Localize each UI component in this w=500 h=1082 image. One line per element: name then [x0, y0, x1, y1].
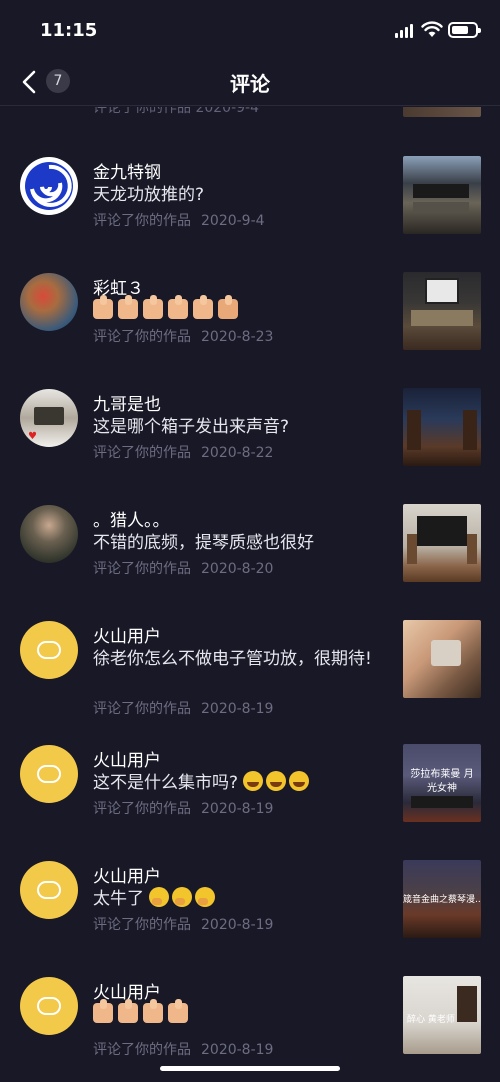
thumbs-up-icon	[168, 295, 188, 319]
user-name[interactable]: 火山用户	[93, 862, 161, 887]
page-title: 评论	[230, 72, 270, 96]
volcano-default-avatar-icon	[37, 765, 61, 783]
comment-meta: 评论了你的作品 2020-8-22	[93, 445, 274, 461]
comment-date: 2020-8-23	[201, 329, 274, 345]
thumbnail-caption: 莎拉布莱曼 月光女神	[410, 769, 474, 794]
status-time: 11:15	[40, 20, 98, 41]
video-thumbnail[interactable]: 醉心 黄老师	[403, 976, 481, 1054]
thumbs-up-icon	[118, 999, 138, 1023]
comment-item[interactable]: 火山用户 评论了你的作品 2020-8-19 醉心 黄老师	[0, 967, 500, 1082]
laughing-emoji-icon	[266, 771, 287, 791]
comment-meta: 评论了你的作品 2020-8-19	[93, 701, 274, 717]
user-name[interactable]: 火山用户	[93, 746, 161, 771]
battery-icon	[448, 22, 481, 38]
avatar[interactable]	[20, 977, 78, 1035]
video-thumbnail[interactable]: 箴音金曲之蔡琴漫...	[403, 860, 481, 938]
comment-date: 2020-8-19	[201, 701, 274, 717]
video-thumbnail[interactable]	[403, 504, 481, 582]
volcano-default-avatar-icon	[37, 881, 61, 899]
partial-item-meta: 评论了你的作品 2020-9-4	[93, 107, 259, 116]
thumbnail-caption: 醉心 黄老师	[407, 1015, 455, 1025]
comment-list[interactable]: 评论了你的作品 2020-9-4 金九特钢 天龙功放推的? 评论了你的作品 202…	[0, 107, 500, 1082]
comment-emoji-row	[93, 999, 383, 1028]
cellular-signal-icon	[395, 24, 413, 38]
thumbs-up-icon	[118, 295, 138, 319]
avatar[interactable]	[20, 273, 78, 331]
comment-meta: 评论了你的作品 2020-8-19	[93, 1042, 274, 1058]
volcano-default-avatar-icon	[37, 641, 61, 659]
swirl-logo-icon	[25, 162, 73, 210]
video-thumbnail[interactable]: 莎拉布莱曼 月光女神	[403, 744, 481, 822]
thumbs-up-icon	[143, 295, 163, 319]
laughing-emoji-icon	[289, 771, 310, 791]
comment-meta: 评论了你的作品 2020-9-4	[93, 213, 265, 229]
comment-item[interactable]: ♥ 九哥是也 这是哪个箱子发出来声音? 评论了你的作品 2020-8-22	[0, 379, 500, 495]
comment-meta: 评论了你的作品 2020-8-19	[93, 801, 274, 817]
thumbs-up-icon	[193, 295, 213, 319]
comment-meta: 评论了你的作品 2020-8-19	[93, 917, 274, 933]
avatar[interactable]	[20, 861, 78, 919]
thinking-emoji-icon	[195, 887, 216, 907]
status-bar: 11:15	[0, 0, 500, 58]
comment-emoji-row	[93, 295, 383, 324]
avatar[interactable]	[20, 505, 78, 563]
thinking-emoji-icon	[149, 887, 170, 907]
back-arrow-icon[interactable]	[18, 68, 42, 96]
nav-header: 7 评论	[0, 58, 500, 106]
comment-item[interactable]: 火山用户 这不是什么集市吗? 评论了你的作品 2020-8-19 莎拉布莱曼 月光…	[0, 735, 500, 851]
user-name[interactable]: 。猎人。。	[93, 506, 170, 531]
partial-list-item: 评论了你的作品 2020-9-4	[0, 107, 500, 119]
avatar[interactable]	[20, 621, 78, 679]
comment-text: 太牛了	[93, 887, 383, 912]
comment-item[interactable]: 火山用户 太牛了 评论了你的作品 2020-8-19 箴音金曲之蔡琴漫...	[0, 851, 500, 967]
comment-date: 2020-9-4	[201, 213, 265, 229]
user-name[interactable]: 九哥是也	[93, 390, 161, 415]
user-name[interactable]: 火山用户	[93, 622, 161, 647]
thumbs-up-icon	[143, 999, 163, 1023]
thumbnail-caption: 箴音金曲之蔡琴漫...	[403, 895, 481, 905]
comment-item[interactable]: 火山用户 徐老你怎么不做电子管功放，很期待! 评论了你的作品 2020-8-19	[0, 611, 500, 727]
comment-text: 徐老你怎么不做电子管功放，很期待!	[93, 649, 372, 669]
comment-date: 2020-8-19	[201, 801, 274, 817]
thumbs-up-icon	[168, 999, 188, 1023]
video-thumbnail[interactable]	[403, 388, 481, 466]
thumbs-up-icon	[93, 295, 113, 319]
volcano-default-avatar-icon	[37, 997, 61, 1015]
home-indicator[interactable]	[160, 1066, 340, 1071]
comment-meta: 评论了你的作品 2020-8-20	[93, 561, 274, 577]
user-name[interactable]: 金九特钢	[93, 158, 161, 183]
partial-item-thumbnail	[403, 107, 481, 117]
video-thumbnail[interactable]	[403, 156, 481, 234]
back-count-badge[interactable]: 7	[46, 69, 70, 93]
video-thumbnail[interactable]	[403, 620, 481, 698]
comment-text: 这是哪个箱子发出来声音?	[93, 417, 290, 437]
avatar[interactable]	[20, 157, 78, 215]
wifi-icon	[421, 21, 443, 37]
comment-date: 2020-8-19	[201, 1042, 274, 1058]
avatar[interactable]: ♥	[20, 389, 78, 447]
comment-text: 天龙功放推的?	[93, 185, 205, 205]
avatar[interactable]	[20, 745, 78, 803]
comment-item[interactable]: 金九特钢 天龙功放推的? 评论了你的作品 2020-9-4	[0, 147, 500, 263]
comment-item[interactable]: 。猎人。。 不错的底频，提琴质感也很好 评论了你的作品 2020-8-20	[0, 495, 500, 611]
comment-text: 这不是什么集市吗?	[93, 771, 383, 796]
comment-date: 2020-8-19	[201, 917, 274, 933]
comment-item[interactable]: 彩虹３ 评论了你的作品 2020-8-23	[0, 263, 500, 379]
comment-date: 2020-8-20	[201, 561, 274, 577]
comment-date: 2020-8-22	[201, 445, 274, 461]
video-thumbnail[interactable]	[403, 272, 481, 350]
laughing-emoji-icon	[243, 771, 264, 791]
handshake-icon	[218, 295, 238, 319]
thumbs-up-icon	[93, 999, 113, 1023]
comment-meta: 评论了你的作品 2020-8-23	[93, 329, 274, 345]
thinking-emoji-icon	[172, 887, 193, 907]
comment-text: 不错的底频，提琴质感也很好	[93, 533, 314, 553]
